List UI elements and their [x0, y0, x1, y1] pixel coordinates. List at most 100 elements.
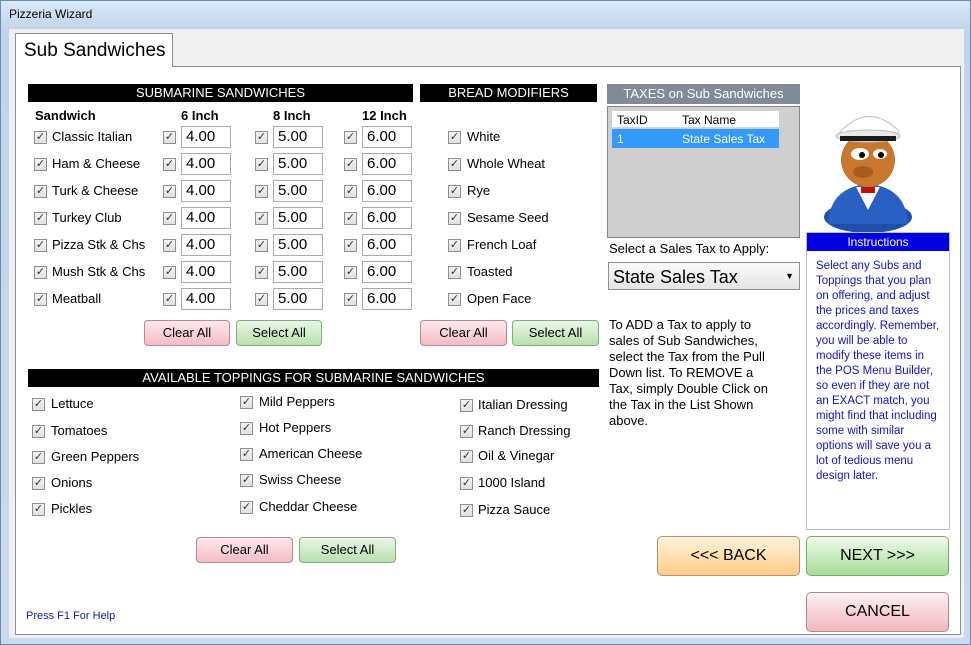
- six-inch-price-input[interactable]: 4.00: [181, 288, 231, 310]
- tab-sub-sandwiches[interactable]: Sub Sandwiches: [15, 33, 173, 67]
- six-inch-price-input[interactable]: 4.00: [181, 126, 231, 148]
- client-area: Sub Sandwiches SUBMARINE SANDWICHES Sand…: [9, 29, 964, 638]
- twelve-inch-checkbox[interactable]: ✓: [344, 239, 357, 252]
- topping-label: Pickles: [51, 501, 93, 516]
- six-inch-checkbox[interactable]: ✓: [163, 212, 176, 225]
- topping-checkbox[interactable]: ✓: [240, 474, 253, 487]
- cancel-button[interactable]: CANCEL: [806, 592, 949, 632]
- bread-modifier-label: French Loaf: [467, 237, 537, 252]
- topping-label: Onions: [51, 475, 93, 490]
- tax-row-selected[interactable]: 1 State Sales Tax: [612, 129, 779, 148]
- topping-checkbox[interactable]: ✓: [32, 503, 45, 516]
- six-inch-checkbox[interactable]: ✓: [163, 266, 176, 279]
- topping-checkbox[interactable]: ✓: [240, 501, 253, 514]
- twelve-inch-price-input[interactable]: 6.00: [362, 207, 412, 229]
- eight-inch-checkbox[interactable]: ✓: [255, 212, 268, 225]
- eight-inch-price-input[interactable]: 5.00: [273, 288, 323, 310]
- six-inch-price-input[interactable]: 4.00: [181, 261, 231, 283]
- bread-checkbox[interactable]: ✓: [448, 185, 461, 198]
- topping-checkbox[interactable]: ✓: [32, 398, 45, 411]
- eight-inch-checkbox[interactable]: ✓: [255, 185, 268, 198]
- bread-modifier-label: Rye: [467, 183, 491, 198]
- instructions-title: Instructions: [807, 233, 949, 251]
- taxes-list[interactable]: TaxID Tax Name 1 State Sales Tax: [607, 106, 800, 238]
- twelve-inch-checkbox[interactable]: ✓: [344, 185, 357, 198]
- twelve-inch-price-input[interactable]: 6.00: [362, 126, 412, 148]
- eight-inch-checkbox[interactable]: ✓: [255, 293, 268, 306]
- topping-checkbox[interactable]: ✓: [32, 451, 45, 464]
- twelve-inch-checkbox[interactable]: ✓: [344, 293, 357, 306]
- six-inch-checkbox[interactable]: ✓: [163, 185, 176, 198]
- sandwich-checkbox[interactable]: ✓: [34, 212, 47, 225]
- sandwich-checkbox[interactable]: ✓: [34, 239, 47, 252]
- eight-inch-price-input[interactable]: 5.00: [273, 180, 323, 202]
- pizzeria-wizard-window: Pizzeria Wizard Sub Sandwiches SUBMARINE…: [0, 0, 971, 645]
- bread-checkbox[interactable]: ✓: [448, 266, 461, 279]
- bread-checkbox[interactable]: ✓: [448, 158, 461, 171]
- twelve-inch-checkbox[interactable]: ✓: [344, 212, 357, 225]
- subs-clear-all-button[interactable]: Clear All: [144, 320, 230, 346]
- sandwich-checkbox[interactable]: ✓: [34, 185, 47, 198]
- six-inch-checkbox[interactable]: ✓: [163, 293, 176, 306]
- twelve-inch-checkbox[interactable]: ✓: [344, 158, 357, 171]
- twelve-inch-price-input[interactable]: 6.00: [362, 153, 412, 175]
- toppings-select-all-button[interactable]: Select All: [299, 537, 396, 563]
- topping-checkbox[interactable]: ✓: [240, 422, 253, 435]
- bread-checkbox[interactable]: ✓: [448, 212, 461, 225]
- sandwich-checkbox[interactable]: ✓: [34, 158, 47, 171]
- bread-checkbox[interactable]: ✓: [448, 293, 461, 306]
- eight-inch-price-input[interactable]: 5.00: [273, 153, 323, 175]
- eight-inch-checkbox[interactable]: ✓: [255, 239, 268, 252]
- six-inch-price-input[interactable]: 4.00: [181, 234, 231, 256]
- eight-inch-checkbox[interactable]: ✓: [255, 266, 268, 279]
- topping-checkbox[interactable]: ✓: [460, 504, 473, 517]
- subs-select-all-button[interactable]: Select All: [236, 320, 322, 346]
- topping-checkbox[interactable]: ✓: [460, 450, 473, 463]
- twelve-inch-price-input[interactable]: 6.00: [362, 288, 412, 310]
- help-hint: Press F1 For Help: [26, 610, 116, 622]
- sandwich-checkbox[interactable]: ✓: [34, 131, 47, 144]
- topping-checkbox[interactable]: ✓: [240, 448, 253, 461]
- eight-inch-checkbox[interactable]: ✓: [255, 131, 268, 144]
- bread-select-all-button[interactable]: Select All: [512, 320, 599, 346]
- back-button[interactable]: <<< BACK: [657, 536, 800, 576]
- next-button[interactable]: NEXT >>>: [806, 536, 949, 576]
- twelve-inch-checkbox[interactable]: ✓: [344, 266, 357, 279]
- twelve-inch-price-input[interactable]: 6.00: [362, 180, 412, 202]
- toppings-clear-all-button[interactable]: Clear All: [196, 537, 293, 563]
- six-inch-price-input[interactable]: 4.00: [181, 153, 231, 175]
- window-title: Pizzeria Wizard: [1, 1, 970, 27]
- six-inch-price-input[interactable]: 4.00: [181, 180, 231, 202]
- topping-checkbox[interactable]: ✓: [460, 477, 473, 490]
- sales-tax-dropdown[interactable]: State Sales Tax ▼: [608, 262, 800, 290]
- eight-inch-price-input[interactable]: 5.00: [273, 261, 323, 283]
- topping-checkbox[interactable]: ✓: [240, 396, 253, 409]
- topping-checkbox[interactable]: ✓: [32, 477, 45, 490]
- topping-checkbox[interactable]: ✓: [460, 425, 473, 438]
- bread-header: BREAD MODIFIERS: [420, 84, 597, 102]
- sandwich-name: Turk & Cheese: [52, 183, 139, 198]
- twelve-inch-price-input[interactable]: 6.00: [362, 234, 412, 256]
- topping-label: Green Peppers: [51, 449, 140, 464]
- six-inch-checkbox[interactable]: ✓: [163, 158, 176, 171]
- bread-clear-all-button[interactable]: Clear All: [420, 320, 507, 346]
- eight-inch-price-input[interactable]: 5.00: [273, 126, 323, 148]
- topping-label: Oil & Vinegar: [478, 448, 555, 463]
- eight-inch-price-input[interactable]: 5.00: [273, 207, 323, 229]
- eight-inch-price-input[interactable]: 5.00: [273, 234, 323, 256]
- eight-inch-checkbox[interactable]: ✓: [255, 158, 268, 171]
- six-inch-checkbox[interactable]: ✓: [163, 131, 176, 144]
- topping-checkbox[interactable]: ✓: [32, 425, 45, 438]
- bread-checkbox[interactable]: ✓: [448, 239, 461, 252]
- sub-sandwiches-panel: SUBMARINE SANDWICHES Sandwich 6 Inch 8 I…: [15, 66, 961, 635]
- bread-checkbox[interactable]: ✓: [448, 131, 461, 144]
- twelve-inch-checkbox[interactable]: ✓: [344, 131, 357, 144]
- topping-label: Lettuce: [51, 396, 94, 411]
- sandwich-checkbox[interactable]: ✓: [34, 266, 47, 279]
- six-inch-checkbox[interactable]: ✓: [163, 239, 176, 252]
- tax-instructions-note: To ADD a Tax to apply to sales of Sub Sa…: [609, 317, 768, 428]
- sandwich-checkbox[interactable]: ✓: [34, 293, 47, 306]
- topping-checkbox[interactable]: ✓: [460, 399, 473, 412]
- twelve-inch-price-input[interactable]: 6.00: [362, 261, 412, 283]
- six-inch-price-input[interactable]: 4.00: [181, 207, 231, 229]
